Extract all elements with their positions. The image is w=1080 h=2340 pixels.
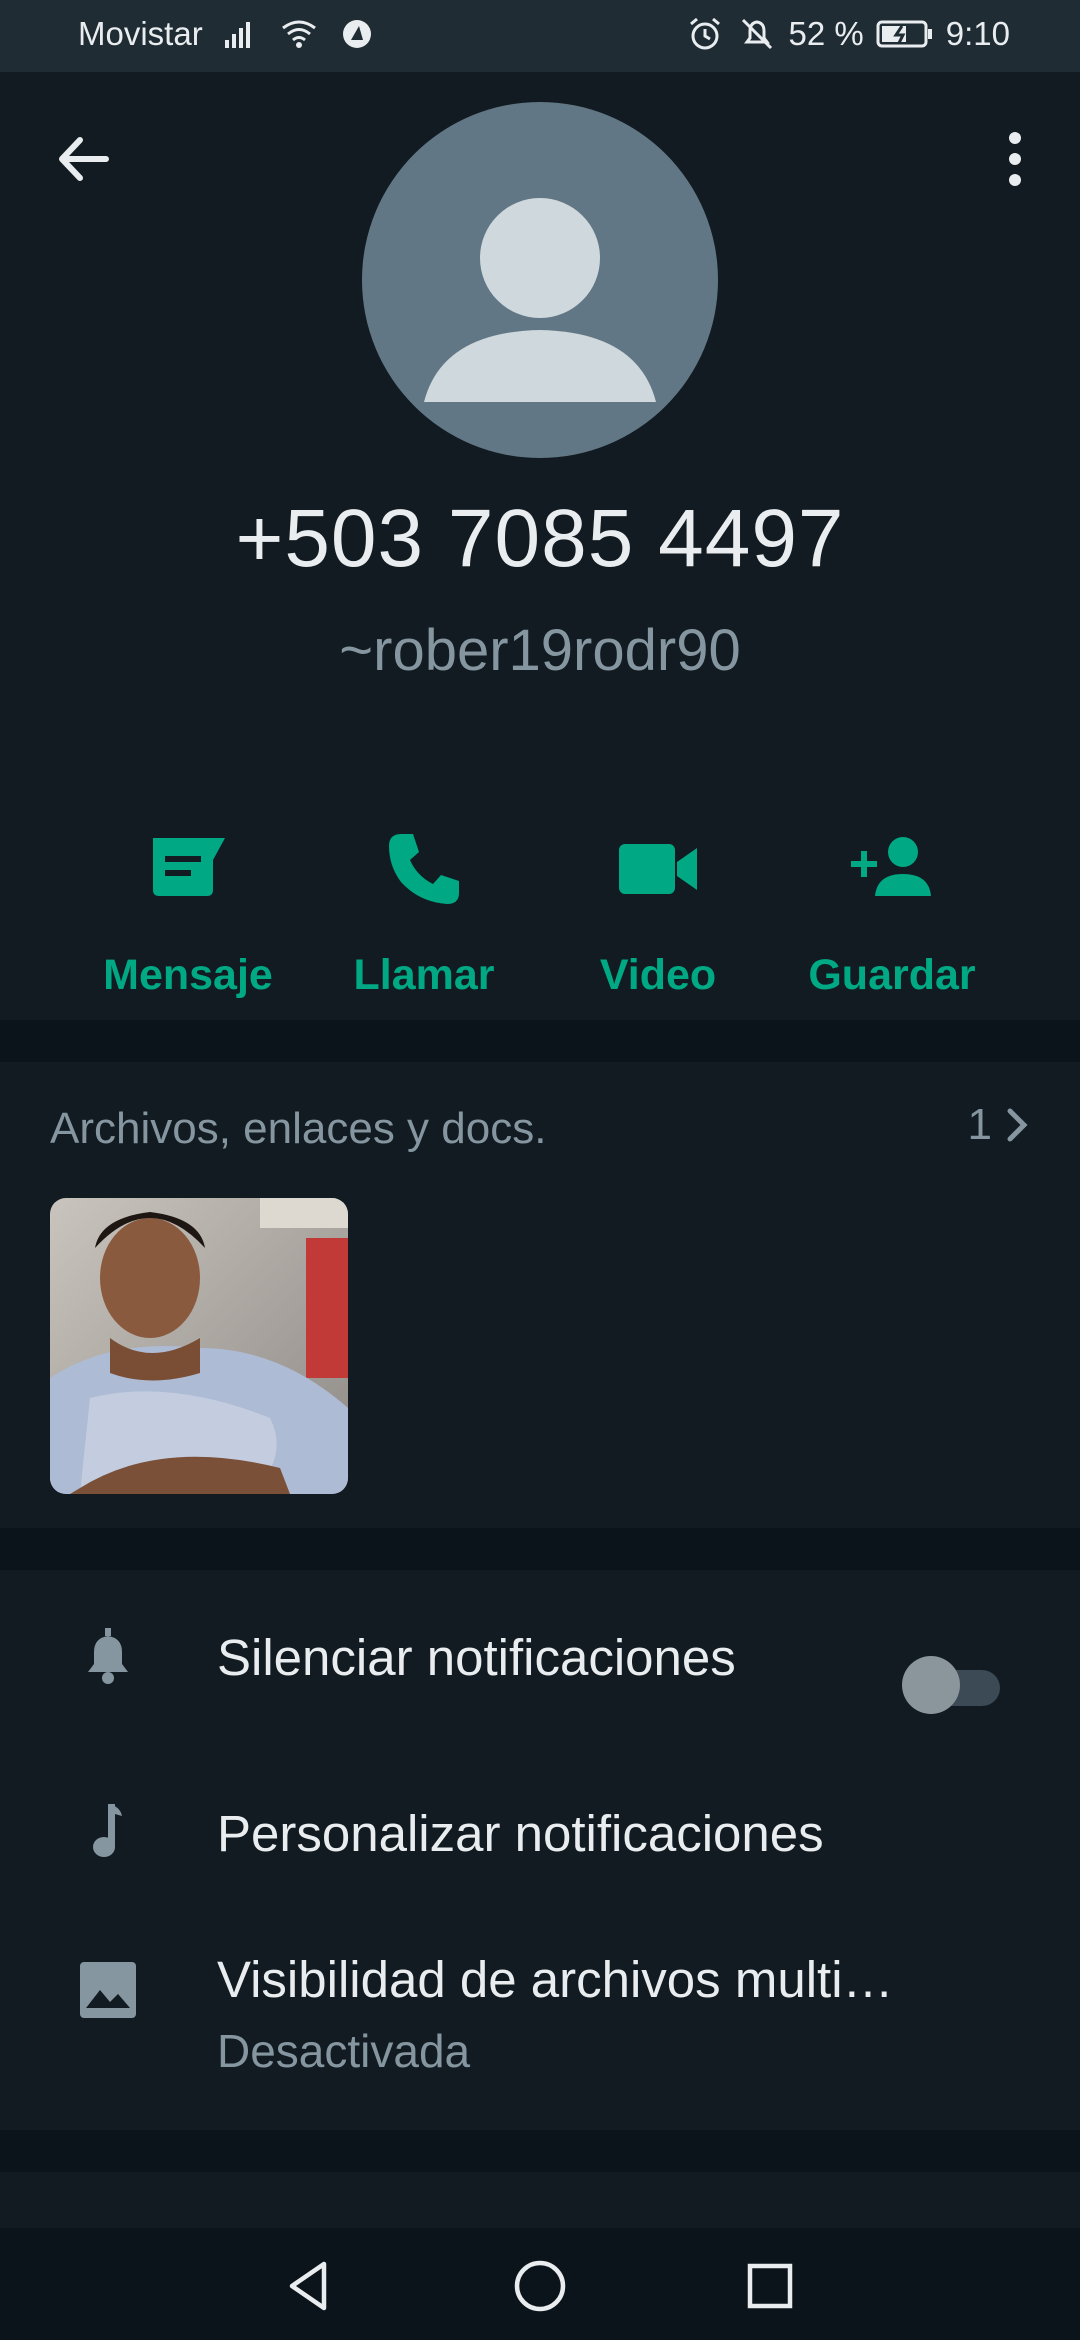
settings-section: Silenciar notificaciones Personalizar no… (0, 1570, 1080, 2130)
carrier-label: Movistar (78, 15, 203, 52)
status-right: 52 % 9:10 (685, 14, 1010, 54)
video-button[interactable]: Video (558, 762, 758, 1022)
contact-header: +503 7085 4497 ~rober19rodr90 Mensaje Ll… (0, 72, 1080, 1020)
action-buttons: Mensaje Llamar Video Guardar (0, 762, 1080, 1022)
music-note-icon (93, 1804, 122, 1857)
signal-icon (224, 22, 250, 48)
next-section-partial (0, 2172, 1080, 2228)
clock: 9:10 (945, 15, 1010, 52)
wifi-icon (281, 20, 316, 48)
message-label: Mensaje (103, 951, 273, 999)
media-thumbnail[interactable] (50, 1198, 348, 1494)
photo-thumbnail-image (50, 1198, 348, 1494)
media-visibility-status: Desactivada (217, 2025, 471, 2077)
video-icon (619, 844, 697, 894)
media-section: Archivos, enlaces y docs. 1 (0, 1062, 1080, 1528)
call-button[interactable]: Llamar (324, 762, 524, 1022)
video-label: Video (599, 951, 717, 999)
media-count-link[interactable]: 1 (968, 1100, 1032, 1150)
status-left: Movistar (78, 14, 377, 54)
custom-notifications-label: Personalizar notificaciones (217, 1805, 824, 1862)
bell-icon (88, 1628, 128, 1684)
system-nav-bar (0, 2228, 1080, 2340)
save-contact-label: Guardar (808, 951, 976, 999)
contact-phone: +503 7085 4497 (235, 493, 845, 584)
mute-notifications-toggle[interactable] (902, 1656, 1000, 1714)
media-section-title[interactable]: Archivos, enlaces y docs. (50, 1104, 546, 1154)
avatar[interactable] (362, 102, 718, 458)
alarm-icon (689, 17, 720, 50)
back-arrow-icon[interactable] (50, 124, 120, 194)
add-contact-icon (851, 837, 931, 896)
mute-notifications-label: Silenciar notificaciones (217, 1629, 736, 1686)
battery-icon (876, 20, 932, 48)
default-avatar-icon (424, 198, 656, 402)
custom-notifications-row[interactable]: Personalizar notificaciones (0, 1746, 1080, 1922)
more-options-icon[interactable] (990, 124, 1040, 194)
chevron-right-icon (1007, 1108, 1028, 1142)
media-count: 1 (967, 1100, 992, 1149)
media-visibility-row[interactable]: Visibilidad de archivos multi… Desactiva… (0, 1922, 1080, 2130)
nav-home-icon[interactable] (510, 2256, 570, 2316)
mute-notifications-row[interactable]: Silenciar notificaciones (0, 1570, 1080, 1746)
media-visibility-label: Visibilidad de archivos multi… (217, 1951, 894, 2008)
image-icon (80, 1962, 136, 2018)
save-contact-button[interactable]: Guardar (792, 762, 992, 1022)
data-saver-icon (342, 20, 371, 48)
notifications-off-icon (741, 18, 772, 50)
battery-percent: 52 % (788, 15, 864, 52)
phone-icon (389, 834, 459, 904)
message-button[interactable]: Mensaje (88, 762, 288, 1022)
nav-recents-icon[interactable] (740, 2256, 800, 2316)
message-icon (153, 838, 225, 896)
toggle-knob (902, 1656, 960, 1714)
call-label: Llamar (353, 951, 495, 999)
status-bar: Movistar 52 % 9:10 (0, 0, 1080, 72)
contact-username: ~rober19rodr90 (339, 618, 741, 683)
nav-back-icon[interactable] (280, 2256, 340, 2316)
